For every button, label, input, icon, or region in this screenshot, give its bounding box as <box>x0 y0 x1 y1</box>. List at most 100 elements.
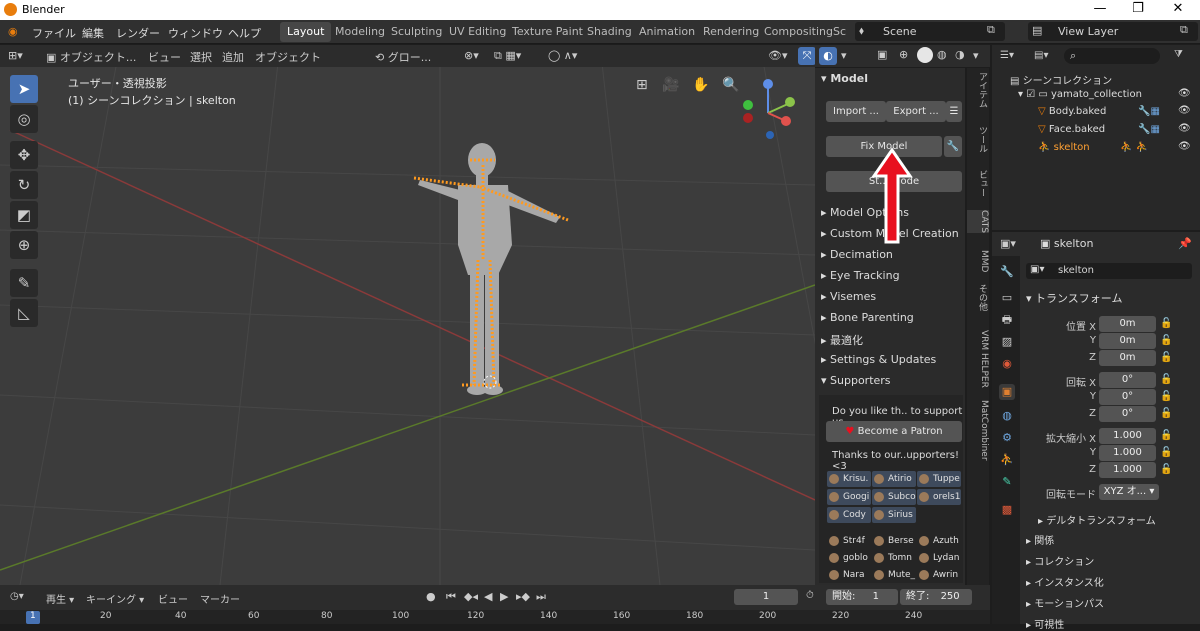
zoom-icon[interactable]: 🔍 <box>722 77 739 93</box>
tab-layout[interactable]: Layout <box>280 22 332 42</box>
properties-editor-icon[interactable]: ▣▾ <box>1000 237 1016 250</box>
pin-icon[interactable]: 📌 <box>1178 237 1192 250</box>
lock-icon[interactable]: 🔓 <box>1160 352 1172 363</box>
rotation-mode-dropdown[interactable]: XYZ オ... ▾ <box>1099 484 1159 500</box>
snap-icon[interactable]: ⧉ ▦▾ <box>494 49 521 63</box>
end-frame-field[interactable]: 終了: 250 <box>900 589 972 605</box>
tab-matcombiner[interactable]: MatCombiner <box>967 400 989 461</box>
rotation-z-field[interactable]: 0° <box>1099 406 1156 422</box>
record-icon[interactable]: ● <box>426 590 436 603</box>
rendered-shading-icon[interactable]: ◑ <box>955 48 965 61</box>
visibility-eye-icon[interactable]: 👁 <box>1178 105 1191 116</box>
import-button[interactable]: Import ... <box>826 101 886 122</box>
new-view-layer-icon[interactable]: ⧉ <box>1180 23 1188 37</box>
object-name-field[interactable]: ▣▾ skelton <box>1026 263 1192 279</box>
output-icon[interactable]: 🖶 <box>999 312 1015 328</box>
motion-paths-section[interactable]: ▸ モーションパス <box>1026 595 1104 610</box>
view-layer-icon[interactable]: ▨ <box>999 334 1015 350</box>
tab-other[interactable]: その他 <box>967 284 989 311</box>
render-icon[interactable]: ▭ <box>999 290 1015 306</box>
lock-icon[interactable]: 🔓 <box>1160 447 1172 458</box>
object-properties-icon[interactable]: ▣ <box>999 384 1015 400</box>
supporter-badge[interactable]: orels1 <box>917 489 961 505</box>
tab-view[interactable]: ビュー <box>967 170 989 197</box>
tab-animation[interactable]: Animation <box>632 22 702 42</box>
timeline-editor-icon[interactable]: ◷▾ <box>10 591 24 602</box>
section-supporters[interactable]: ▾ Supporters <box>821 374 891 387</box>
solid-shading-icon[interactable] <box>917 47 933 63</box>
location-y-field[interactable]: 0m <box>1099 333 1156 349</box>
tab-uv-editing[interactable]: UV Editing <box>442 22 513 42</box>
menu-file[interactable]: ファイル <box>32 25 76 41</box>
display-mode-icon[interactable]: ▤▾ <box>1034 50 1048 61</box>
section-visemes[interactable]: ▸ Visemes <box>821 290 876 303</box>
clock-icon[interactable]: ⏱ <box>806 590 814 601</box>
start-frame-field[interactable]: 開始: 1 <box>826 589 898 605</box>
armature-data-icon[interactable]: ⛹ <box>999 452 1015 468</box>
menu-edit[interactable]: 編集 <box>82 25 104 41</box>
physics-icon[interactable]: ◍ <box>999 408 1015 424</box>
editor-type-icon[interactable]: ⊞▾ <box>8 49 23 62</box>
menu-window[interactable]: ウィンドウ <box>168 25 223 41</box>
annotate-tool-icon[interactable]: ✎ <box>10 269 38 297</box>
scale-y-field[interactable]: 1.000 <box>1099 445 1156 461</box>
menu-view[interactable]: ビュー <box>148 49 181 65</box>
menu-render[interactable]: レンダー <box>116 25 160 41</box>
timeline-ruler[interactable]: 1 20 40 60 80 100 120 140 160 180 200 22… <box>0 610 990 624</box>
collections-section[interactable]: ▸ コレクション <box>1026 553 1094 568</box>
scale-tool-icon[interactable]: ◩ <box>10 201 38 229</box>
section-bone-parenting[interactable]: ▸ Bone Parenting <box>821 311 914 324</box>
lock-icon[interactable]: 🔓 <box>1160 318 1172 329</box>
supporter-badge[interactable]: Subco <box>872 489 916 505</box>
lock-icon[interactable]: 🔓 <box>1160 408 1172 419</box>
overlay-icon[interactable]: ◐ <box>819 47 837 65</box>
transform-section-header[interactable]: ▾ トランスフォーム <box>1026 290 1122 306</box>
play-reverse-icon[interactable]: ◀ <box>484 590 492 603</box>
export-button[interactable]: Export ... <box>886 101 946 122</box>
close-icon[interactable]: ✕ <box>1158 1 1198 16</box>
tab-vrm-helper[interactable]: VRM HELPER <box>967 330 989 388</box>
relations-section[interactable]: ▸ 関係 <box>1026 532 1054 547</box>
delta-transform-section[interactable]: ▸ デルタトランスフォーム <box>1038 512 1156 527</box>
texture-icon[interactable]: ▩ <box>999 502 1015 518</box>
tab-rendering[interactable]: Rendering <box>696 22 766 42</box>
wireframe-shading-icon[interactable]: ⊕ <box>899 48 908 61</box>
rotation-x-field[interactable]: 0° <box>1099 372 1156 388</box>
measure-tool-icon[interactable]: ◺ <box>10 299 38 327</box>
supporter-badge[interactable]: Googi <box>827 489 871 505</box>
tab-modeling[interactable]: Modeling <box>328 22 392 42</box>
scene-selector[interactable]: ⬧ Scene ⧉ <box>855 22 1005 41</box>
view-layer-selector[interactable]: ▤ View Layer ⧉ <box>1028 22 1198 41</box>
lock-icon[interactable]: 🔓 <box>1160 464 1172 475</box>
constraints-icon[interactable]: ⚙ <box>999 430 1015 446</box>
visibility-eye-icon[interactable]: 👁 <box>1178 141 1191 152</box>
menu-playback[interactable]: 再生 ▾ <box>46 591 74 606</box>
new-scene-icon[interactable]: ⧉ <box>987 23 995 37</box>
jump-start-icon[interactable]: ⏮ <box>446 590 456 604</box>
cursor-tool-icon[interactable]: ◎ <box>10 105 38 133</box>
minimize-icon[interactable]: — <box>1080 1 1120 16</box>
section-eye-tracking[interactable]: ▸ Eye Tracking <box>821 269 900 282</box>
supporter-badge[interactable]: Atirio <box>872 471 916 487</box>
supporter-badge[interactable]: Krisu. <box>827 471 871 487</box>
maximize-icon[interactable]: ❐ <box>1118 1 1158 16</box>
current-frame-field[interactable]: 1 <box>734 589 798 605</box>
3d-viewport[interactable]: ユーザー・透視投影 (1) シーンコレクション | skelton ⊞ 🎥 ✋ … <box>0 45 815 585</box>
scene-collection-item[interactable]: ▤ シーンコレクション <box>1010 72 1112 87</box>
lock-icon[interactable]: 🔓 <box>1160 391 1172 402</box>
orientation-dropdown[interactable]: ⟲ グロー... <box>375 49 431 65</box>
scale-z-field[interactable]: 1.000 <box>1099 462 1156 478</box>
visibility-eye-icon[interactable]: 👁 <box>1178 88 1191 99</box>
become-patron-button[interactable]: ♥ Become a Patron <box>826 421 962 442</box>
shading-dropdown-icon[interactable]: ▾ <box>973 49 979 62</box>
hand-icon[interactable]: ✋ <box>692 77 709 93</box>
tab-item[interactable]: アイテム <box>967 72 989 108</box>
blender-menu-icon[interactable]: ◉ <box>8 25 18 38</box>
material-shading-icon[interactable]: ◍ <box>937 48 947 61</box>
menu-add[interactable]: 追加 <box>222 49 244 65</box>
menu-object[interactable]: オブジェクト <box>255 49 321 65</box>
rotate-tool-icon[interactable]: ↻ <box>10 171 38 199</box>
location-z-field[interactable]: 0m <box>1099 350 1156 366</box>
menu-keying[interactable]: キーイング ▾ <box>86 591 144 606</box>
location-x-field[interactable]: 0m <box>1099 316 1156 332</box>
